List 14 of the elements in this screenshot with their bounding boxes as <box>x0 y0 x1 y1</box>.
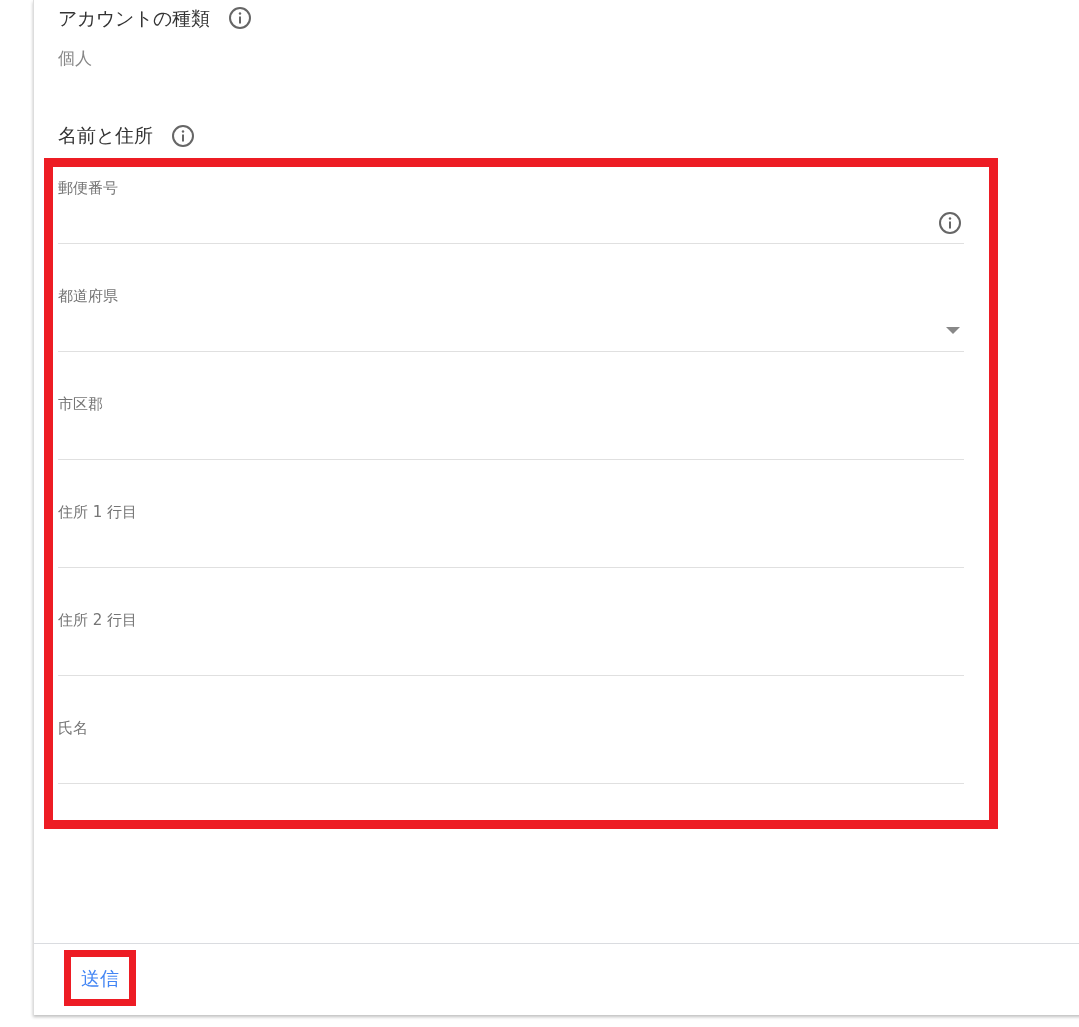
field-label: 郵便番号 <box>58 177 119 198</box>
dropdown-arrow-icon[interactable] <box>946 327 960 335</box>
field-label: 氏名 <box>58 717 89 738</box>
field-label: 都道府県 <box>58 285 119 306</box>
account-type-value: 個人 <box>57 47 93 70</box>
submit-button[interactable]: 送信 <box>64 950 136 1006</box>
field-label: 市区郡 <box>58 393 104 414</box>
info-icon[interactable] <box>171 123 195 148</box>
section-title: アカウントの種類 <box>58 5 210 31</box>
section-title: 名前と住所 <box>58 123 153 149</box>
info-icon[interactable] <box>228 6 252 30</box>
field-label: 住所 2 行目 <box>58 609 139 630</box>
info-icon[interactable] <box>938 211 962 235</box>
field-label: 住所 1 行目 <box>58 501 139 522</box>
